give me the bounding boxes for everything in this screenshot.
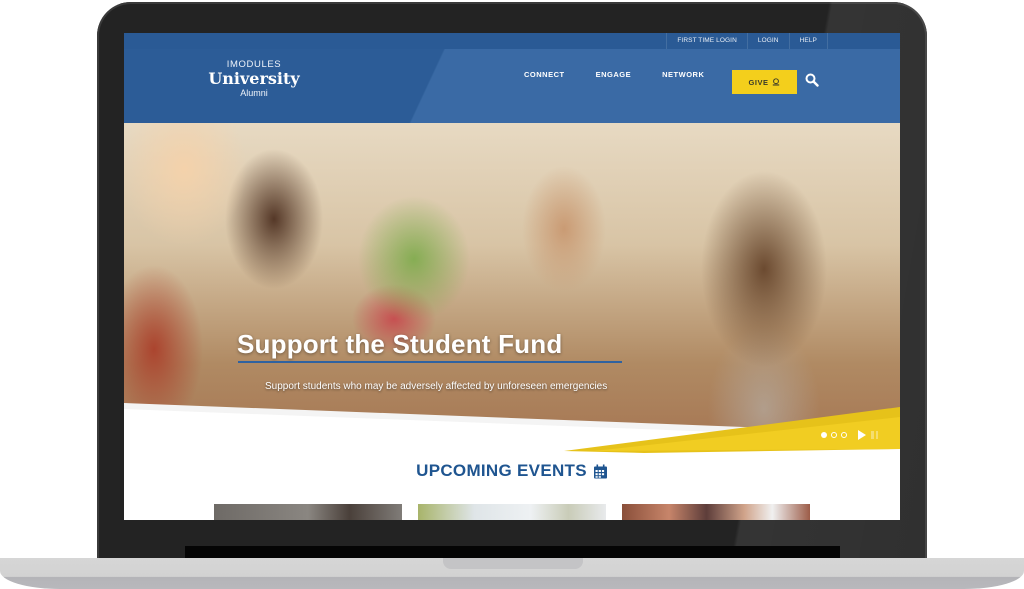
- screen: First Time Login Login Help IMODULES Uni…: [124, 33, 900, 520]
- hero-title: Support the Student Fund: [237, 329, 563, 359]
- utility-bar: First Time Login Login Help: [124, 33, 900, 49]
- nav-network[interactable]: Network: [662, 70, 704, 79]
- give-label: GIVE: [748, 77, 769, 87]
- event-card[interactable]: [214, 504, 402, 520]
- utility-links: First Time Login Login Help: [666, 33, 828, 49]
- slide-dot-2[interactable]: [831, 432, 837, 438]
- events-heading-text: UPCOMING EVENTS: [416, 461, 587, 480]
- logo-title: University: [208, 69, 300, 88]
- logo-subtitle: Alumni: [240, 88, 268, 98]
- slide-dot-3[interactable]: [841, 432, 847, 438]
- site-logo[interactable]: IMODULES University Alumni: [206, 59, 302, 98]
- laptop-hinge: [185, 546, 840, 558]
- hero-subtitle: Support students who may be adversely af…: [265, 381, 608, 392]
- play-icon[interactable]: [858, 430, 866, 440]
- give-button[interactable]: GIVE: [732, 70, 797, 94]
- hero-title-underline: [238, 361, 622, 363]
- hero-banner: [124, 109, 900, 449]
- laptop-notch: [443, 558, 583, 569]
- search-icon[interactable]: [805, 73, 819, 87]
- nav-connect[interactable]: Connect: [524, 70, 565, 79]
- help-link[interactable]: Help: [788, 33, 828, 49]
- donation-icon: [773, 78, 780, 86]
- events-heading: UPCOMING EVENTS: [124, 461, 900, 481]
- login-link[interactable]: Login: [746, 33, 789, 49]
- site-header: First Time Login Login Help IMODULES Uni…: [124, 33, 900, 123]
- pause-icon[interactable]: [871, 431, 878, 439]
- nav-engage[interactable]: Engage: [596, 70, 632, 79]
- slider-controls: [821, 430, 878, 440]
- event-card[interactable]: [622, 504, 810, 520]
- slide-dot-1[interactable]: [821, 432, 827, 438]
- calendar-icon: [593, 464, 607, 478]
- main-nav: Connect Engage Network: [524, 70, 735, 79]
- event-card[interactable]: [418, 504, 606, 520]
- first-time-login-link[interactable]: First Time Login: [666, 33, 747, 49]
